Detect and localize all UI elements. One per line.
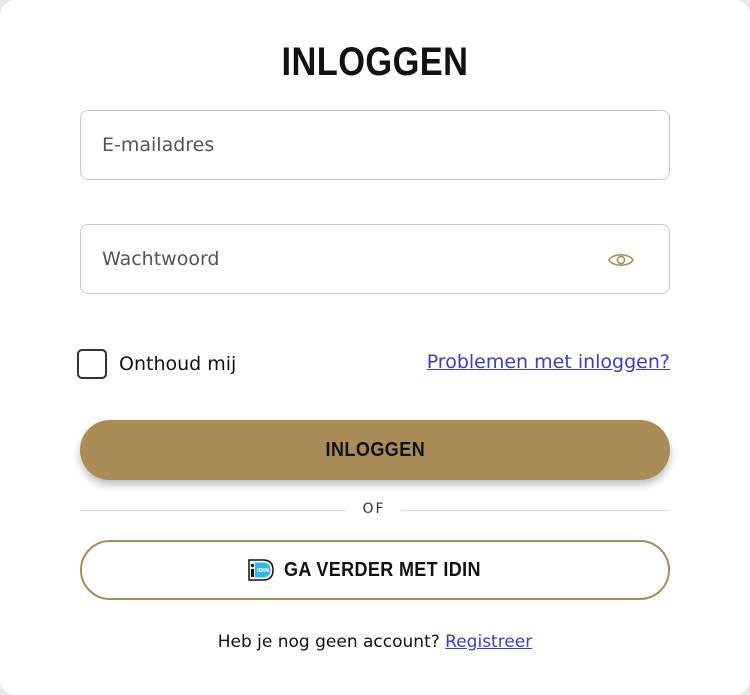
login-card: INLOGGEN Onthoud mij Problemen met inlog… [0, 0, 750, 695]
idin-button-label: GA VERDER MET IDIN [283, 558, 481, 581]
password-input[interactable] [81, 225, 669, 293]
login-button-label: INLOGGEN [325, 438, 425, 461]
password-field-wrapper [80, 224, 670, 294]
idin-button[interactable]: IDIN GA VERDER MET IDIN [80, 540, 670, 600]
login-button[interactable]: INLOGGEN [80, 420, 670, 480]
remember-me-checkbox[interactable] [77, 349, 107, 379]
register-link[interactable]: Registreer [445, 632, 532, 652]
signup-text: Heb je nog geen account? [217, 632, 440, 652]
remember-me-label: Onthoud mij [119, 353, 237, 375]
page-title: INLOGGEN [281, 40, 469, 84]
svg-text:IDIN: IDIN [257, 568, 269, 574]
email-field-wrapper [80, 110, 670, 180]
divider-or: OF [362, 501, 386, 517]
divider-line-right [401, 510, 670, 511]
signup-prompt: Heb je nog geen account? Registreer [0, 632, 750, 652]
email-input[interactable] [81, 111, 669, 179]
eye-icon[interactable] [607, 249, 635, 271]
divider-line-left [80, 510, 347, 511]
idin-logo-icon: IDIN [247, 559, 274, 581]
forgot-login-link[interactable]: Problemen met inloggen? [427, 351, 670, 373]
remember-me: Onthoud mij [77, 349, 236, 379]
